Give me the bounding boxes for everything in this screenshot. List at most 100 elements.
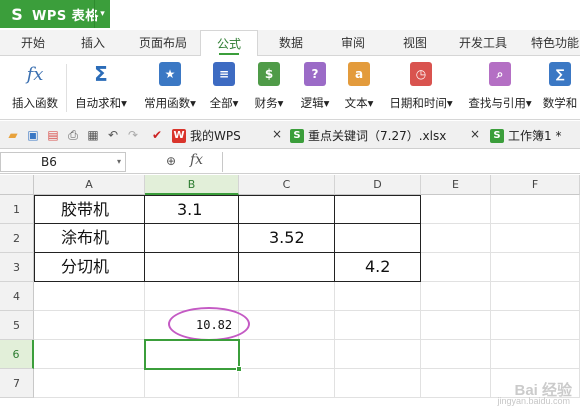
print-icon[interactable]: ⎙ (66, 128, 80, 142)
cell-b3[interactable] (145, 253, 239, 282)
close-icon[interactable]: × (470, 127, 480, 141)
cell-f2[interactable] (491, 224, 580, 253)
tab-page-layout[interactable]: 页面布局 (130, 30, 196, 56)
doc-tab-label: 我的WPS (190, 129, 241, 143)
fill-handle[interactable] (236, 366, 242, 372)
cell-b4[interactable] (145, 282, 239, 311)
undo-icon[interactable]: ↶ (106, 128, 120, 142)
tab-data[interactable]: 数据 (264, 30, 318, 56)
redo-icon[interactable]: ↷ (126, 128, 140, 142)
formula-input[interactable] (222, 152, 578, 172)
cell-c6[interactable] (239, 340, 335, 369)
cell-d2[interactable] (335, 224, 421, 253)
column-header-d[interactable]: D (335, 175, 421, 195)
select-all-corner[interactable] (0, 175, 34, 195)
cell-e2[interactable] (421, 224, 491, 253)
save-icon[interactable]: ▣ (26, 128, 40, 142)
tab-my-wps[interactable]: W 我的WPS (172, 124, 241, 148)
cell-a6[interactable] (34, 340, 145, 369)
text-functions-button[interactable]: a 文本▾ (338, 60, 380, 116)
cell-f5[interactable] (491, 311, 580, 340)
tab-keyword-xlsx[interactable]: S 重点关键词（7.27）.xlsx (290, 124, 446, 148)
book-all-icon: ≡ (213, 62, 235, 86)
cell-e4[interactable] (421, 282, 491, 311)
chevron-down-icon[interactable]: ▾ (117, 153, 121, 171)
cell-c3[interactable] (239, 253, 335, 282)
cell-f4[interactable] (491, 282, 580, 311)
cell-a3[interactable]: 分切机 (34, 253, 145, 282)
cell-e7[interactable] (421, 369, 491, 398)
row-header-1[interactable]: 1 (0, 195, 34, 224)
cell-a4[interactable] (34, 282, 145, 311)
all-functions-button[interactable]: ≡ 全部▾ (204, 60, 244, 116)
cell-e5[interactable] (421, 311, 491, 340)
cell-a5[interactable] (34, 311, 145, 340)
zoom-icon[interactable]: ⊕ (166, 154, 176, 168)
cell-c7[interactable] (239, 369, 335, 398)
column-header-f[interactable]: F (491, 175, 580, 195)
app-dropdown-icon[interactable]: ▾ (94, 0, 110, 28)
spreadsheet-grid[interactable]: A B C D E F 1 2 3 4 5 6 7 胶带机 3.1 涂布机 3.… (0, 175, 580, 406)
print-preview-icon[interactable]: ▦ (86, 128, 100, 142)
column-header-e[interactable]: E (421, 175, 491, 195)
column-header-b[interactable]: B (145, 175, 239, 195)
fx-icon: fx (26, 63, 44, 85)
cell-b1[interactable]: 3.1 (145, 195, 239, 224)
tab-special[interactable]: 特色功能 (522, 30, 580, 56)
cell-d7[interactable] (335, 369, 421, 398)
cell-e1[interactable] (421, 195, 491, 224)
tab-insert[interactable]: 插入 (66, 30, 120, 56)
tab-view[interactable]: 视图 (388, 30, 442, 56)
cell-c1[interactable] (239, 195, 335, 224)
tab-home[interactable]: 开始 (6, 30, 60, 56)
common-functions-button[interactable]: ★ 常用函数▾ (138, 60, 202, 116)
app-menu-button[interactable]: S WPS 表格 ▾ (0, 0, 110, 28)
cell-d4[interactable] (335, 282, 421, 311)
cell-b7[interactable] (145, 369, 239, 398)
tab-formulas[interactable]: 公式 (200, 30, 258, 57)
cell-a1[interactable]: 胶带机 (34, 195, 145, 224)
cell-e6[interactable] (421, 340, 491, 369)
row-header-7[interactable]: 7 (0, 369, 34, 398)
wps-logo-icon: S (11, 4, 23, 24)
cell-f1[interactable] (491, 195, 580, 224)
open-folder-icon[interactable]: ▰ (6, 128, 20, 142)
cell-a2[interactable]: 涂布机 (34, 224, 145, 253)
pdf-export-icon[interactable]: ▤ (46, 128, 60, 142)
cell-d1[interactable] (335, 195, 421, 224)
cell-c2[interactable]: 3.52 (239, 224, 335, 253)
tab-workbook1[interactable]: S 工作簿1 * (490, 124, 561, 148)
autosum-button[interactable]: Σ 自动求和▾ (70, 60, 132, 116)
logic-button[interactable]: ? 逻辑▾ (294, 60, 336, 116)
close-icon[interactable]: × (272, 127, 282, 141)
row-header-2[interactable]: 2 (0, 224, 34, 253)
row-header-4[interactable]: 4 (0, 282, 34, 311)
lookup-reference-button[interactable]: ⌕ 查找与引用▾ (462, 60, 538, 116)
cell-e3[interactable] (421, 253, 491, 282)
finance-button[interactable]: $ 财务▾ (248, 60, 290, 116)
cell-d3[interactable]: 4.2 (335, 253, 421, 282)
cell-c5[interactable] (239, 311, 335, 340)
cell-f3[interactable] (491, 253, 580, 282)
cell-a7[interactable] (34, 369, 145, 398)
customize-arrow-icon[interactable]: ✔ (150, 128, 164, 142)
column-header-a[interactable]: A (34, 175, 145, 195)
fx-icon[interactable]: fx (190, 152, 203, 168)
selected-cell-b6[interactable] (144, 339, 242, 372)
tab-review[interactable]: 审阅 (326, 30, 380, 56)
cell-d5[interactable] (335, 311, 421, 340)
tab-developer[interactable]: 开发工具 (448, 30, 518, 56)
row-header-6[interactable]: 6 (0, 340, 34, 369)
column-header-c[interactable]: C (239, 175, 335, 195)
math-trig-button[interactable]: ∑ 数学和 (540, 60, 580, 116)
cell-c4[interactable] (239, 282, 335, 311)
date-time-button[interactable]: ◷ 日期和时间▾ (382, 60, 460, 116)
cell-f6[interactable] (491, 340, 580, 369)
row-header-5[interactable]: 5 (0, 311, 34, 340)
cell-b2[interactable] (145, 224, 239, 253)
name-box[interactable]: B6 ▾ (0, 152, 126, 172)
row-header-3[interactable]: 3 (0, 253, 34, 282)
cell-d6[interactable] (335, 340, 421, 369)
finance-icon: $ (258, 62, 280, 86)
insert-function-button[interactable]: fx 插入函数 (6, 60, 64, 116)
